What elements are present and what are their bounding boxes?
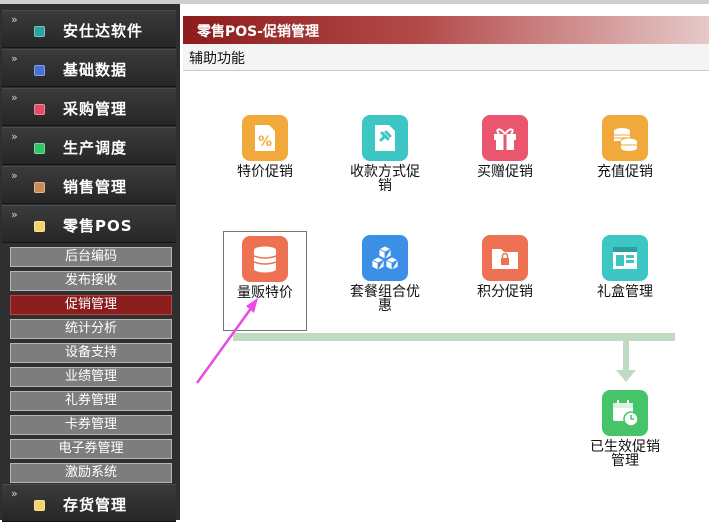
annotation-arrow-icon	[195, 298, 258, 384]
